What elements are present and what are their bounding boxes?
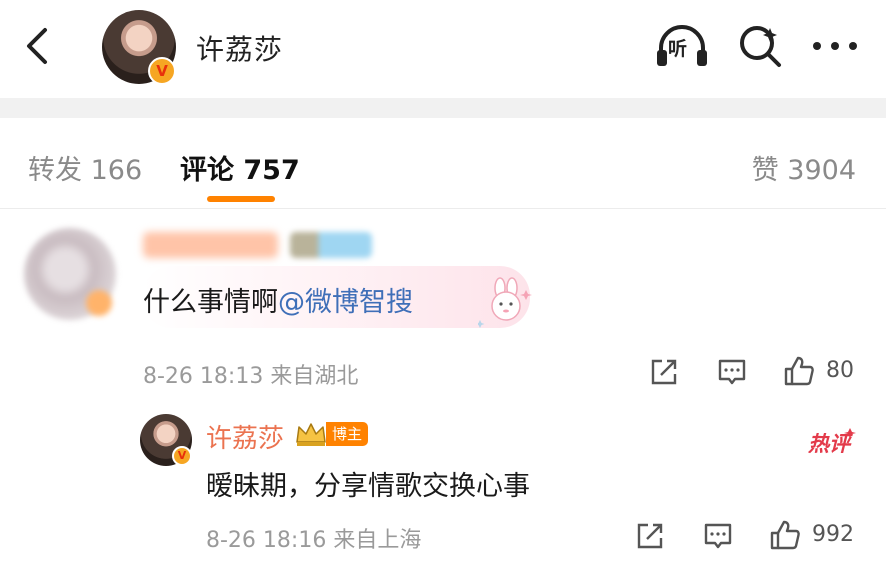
- reply-comment-icon[interactable]: [702, 520, 734, 552]
- reply-meta: 8-26 18:16 来自上海: [206, 528, 422, 553]
- like-count: 80: [826, 358, 854, 383]
- mention-link[interactable]: @微博智搜: [278, 287, 413, 318]
- section-separator: [0, 98, 886, 118]
- comment-text-prefix: 什么事情啊: [143, 287, 278, 318]
- like-thumb-icon[interactable]: [782, 354, 816, 388]
- back-arrow-icon[interactable]: [18, 22, 58, 70]
- reply-author-name[interactable]: 许荔莎: [206, 418, 284, 455]
- more-options-icon[interactable]: [810, 32, 860, 60]
- comment-text: 什么事情啊@微博智搜: [143, 280, 413, 319]
- commenter-name-blurred[interactable]: [143, 232, 278, 258]
- page-title[interactable]: 许荔莎: [196, 28, 283, 68]
- active-tab-indicator: [207, 196, 275, 202]
- host-badge: 博主: [326, 422, 369, 446]
- crown-icon: [296, 423, 326, 446]
- reply-text: 暧昧期，分享情歌交换心事: [206, 471, 530, 502]
- commenter-badge-blurred: [290, 232, 372, 258]
- tab-like[interactable]: 赞 3904: [752, 148, 856, 187]
- verified-badge-icon: V: [172, 446, 192, 466]
- reply-comment-icon[interactable]: [716, 356, 748, 388]
- tab-comment[interactable]: 评论 757: [180, 148, 300, 187]
- tab-repost[interactable]: 转发 166: [28, 148, 142, 187]
- listen-label: 听: [668, 38, 688, 60]
- commenter-avatar-badge: [86, 290, 112, 316]
- share-icon[interactable]: [634, 520, 666, 552]
- share-icon[interactable]: [648, 356, 680, 388]
- search-icon[interactable]: [736, 22, 784, 70]
- like-thumb-icon[interactable]: [768, 518, 802, 552]
- hot-sparkle-icon: [844, 428, 856, 438]
- like-count: 992: [812, 522, 854, 547]
- tab-divider: [0, 208, 886, 209]
- comment-meta: 8-26 18:13 来自湖北: [143, 364, 359, 389]
- bubble-bunny-sticker-icon: [478, 277, 532, 328]
- verified-badge-icon: V: [148, 57, 176, 85]
